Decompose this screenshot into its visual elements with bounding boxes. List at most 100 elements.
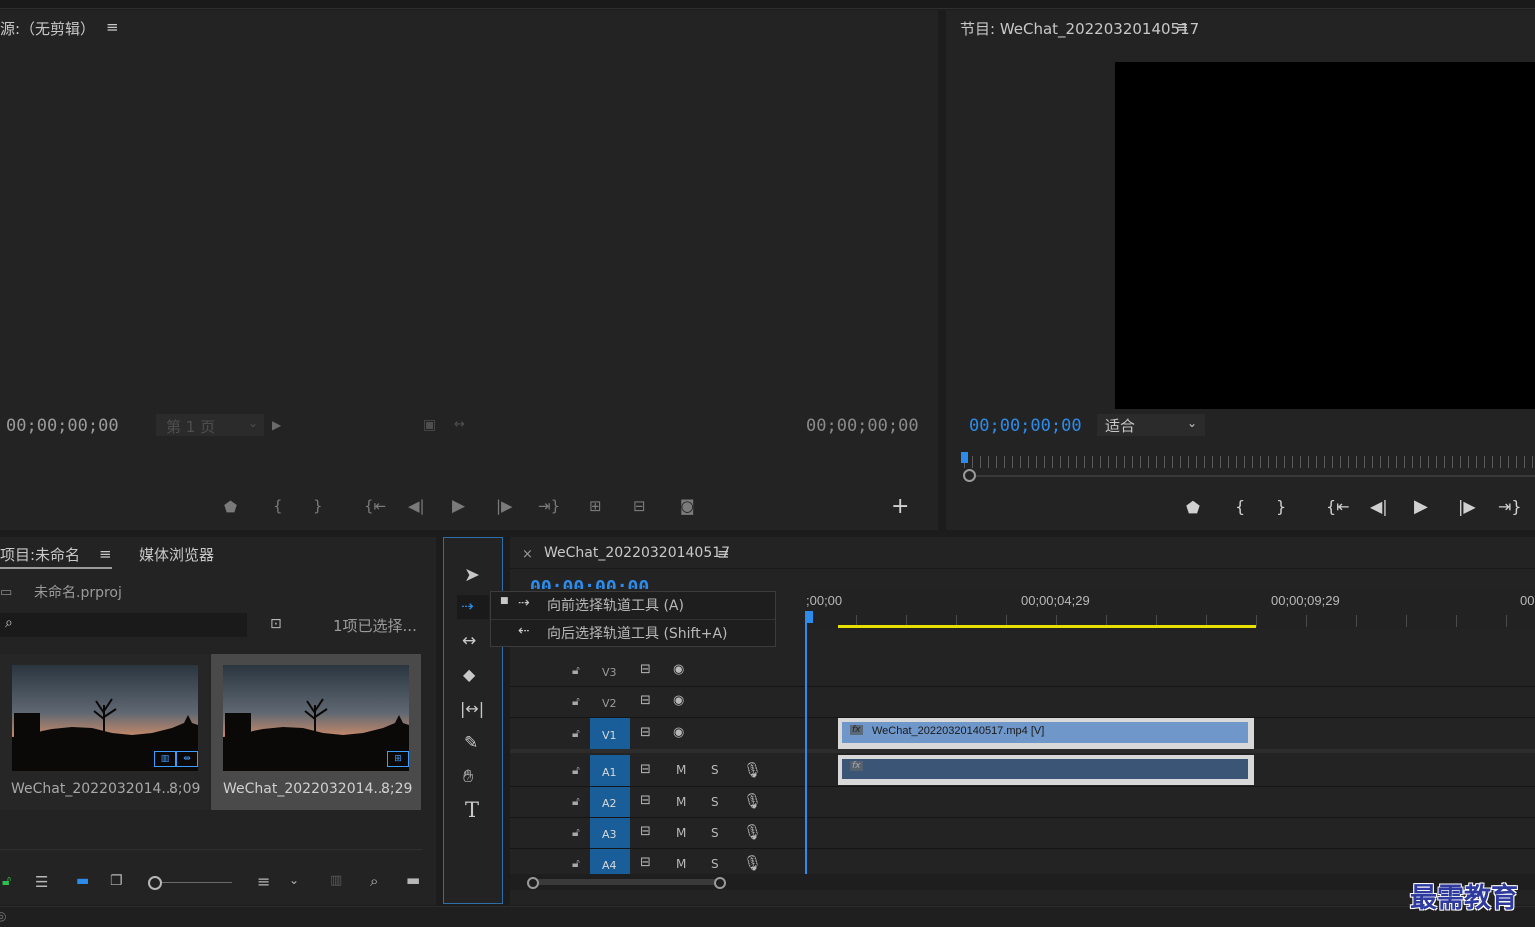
search-field[interactable]: ⌕ <box>0 613 247 637</box>
razor-tool-icon[interactable]: ◆ <box>463 665 475 684</box>
close-icon[interactable]: × <box>522 547 533 562</box>
track-select-tool-active[interactable]: ⇢ <box>457 595 489 619</box>
sync-lock-icon[interactable]: ⊟ <box>640 762 651 777</box>
sync-lock-icon[interactable]: ⊟ <box>640 662 651 677</box>
lock-icon[interactable]: 🔓︎ <box>572 663 580 678</box>
microphone-icon[interactable]: 🎙︎ <box>743 792 762 810</box>
add-marker-icon[interactable]: ⬟ <box>224 498 237 516</box>
lock-icon[interactable]: 🔓︎ <box>2 873 11 889</box>
lock-icon[interactable]: 🔓︎ <box>572 856 580 871</box>
horizontal-scrollbar[interactable] <box>532 879 720 885</box>
fit-dropdown[interactable]: 适合 ⌄ <box>1097 414 1205 436</box>
playhead-line[interactable] <box>805 621 807 874</box>
track-target-v1[interactable]: V1 <box>590 718 630 749</box>
solo-button[interactable]: S <box>711 826 719 840</box>
eye-icon[interactable]: ◉ <box>673 662 684 677</box>
overwrite-icon[interactable]: ⊟ <box>633 497 646 515</box>
tab-project[interactable]: 项目:未命名 <box>0 544 80 565</box>
program-panel-title[interactable]: 节目: WeChat_20220320140517 <box>960 18 1199 39</box>
track-label[interactable]: V2 <box>602 697 617 710</box>
automate-to-sequence-icon[interactable]: ▥ <box>330 873 342 888</box>
program-timecode[interactable]: 00;00;00;00 <box>969 416 1082 436</box>
tab-media-browser[interactable]: 媒体浏览器 <box>139 544 214 565</box>
lock-icon[interactable]: 🔓︎ <box>572 726 580 741</box>
mute-button[interactable]: M <box>676 763 686 777</box>
track-target-a3[interactable]: A3 <box>590 818 630 848</box>
timeline-timecode[interactable]: 00;00;00;00 <box>530 577 670 589</box>
sequence-menu-icon[interactable]: ≡ <box>717 545 730 563</box>
insert-icon[interactable]: ⊞ <box>589 497 602 515</box>
lock-icon[interactable]: 🔓︎ <box>572 825 580 840</box>
sort-icon[interactable]: ≡ <box>257 872 270 891</box>
project-tab-menu-icon[interactable]: ≡ <box>99 545 112 563</box>
zoom-handle[interactable] <box>963 469 976 482</box>
menu-item-track-select-forward[interactable]: ■ ⇢ 向前选择轨道工具 (A) <box>491 592 775 620</box>
zoom-slider-handle[interactable] <box>148 876 162 890</box>
new-bin-from-search-icon[interactable]: ⊡ <box>270 616 282 632</box>
play-triangle-icon[interactable]: ▶ <box>272 418 281 432</box>
chevron-down-icon[interactable]: ⌄ <box>289 873 299 887</box>
list-view-icon[interactable]: ☰ <box>35 873 48 891</box>
sync-lock-icon[interactable]: ⊟ <box>640 855 651 870</box>
new-bin-icon[interactable]: ▬ <box>406 871 420 889</box>
pen-tool-icon[interactable]: ✎ <box>464 733 478 753</box>
lock-icon[interactable]: 🔓︎ <box>572 694 580 709</box>
zoom-slider[interactable] <box>162 882 232 883</box>
slip-tool-icon[interactable]: |↔| <box>460 699 484 718</box>
mark-out-icon[interactable]: } <box>313 497 323 515</box>
sequence-tab[interactable]: WeChat_20220320140517 <box>544 545 730 561</box>
step-forward-icon[interactable]: |▶ <box>1458 497 1476 516</box>
scroll-handle-left[interactable] <box>527 877 539 889</box>
program-panel-menu-icon[interactable]: ≡ <box>1176 18 1189 36</box>
lock-icon[interactable]: 🔓︎ <box>572 763 580 778</box>
project-item[interactable]: ▥ ⇹ WeChat_2022032014... 8;09 <box>0 654 210 810</box>
sync-lock-icon[interactable]: ⊟ <box>640 793 651 808</box>
track-target-a1[interactable]: A1 <box>590 755 630 786</box>
sync-lock-icon[interactable]: ⊟ <box>640 824 651 839</box>
eye-icon[interactable]: ◉ <box>673 725 684 740</box>
track-label[interactable]: V3 <box>602 666 617 679</box>
sync-lock-icon[interactable]: ⊟ <box>640 725 651 740</box>
mark-out-icon[interactable]: } <box>1276 497 1286 516</box>
play-icon[interactable]: ▶ <box>452 496 465 516</box>
work-area-bar[interactable] <box>838 625 1256 628</box>
sync-lock-icon[interactable]: ⊟ <box>640 693 651 708</box>
program-zoom-bar[interactable] <box>964 475 1535 477</box>
source-panel-title[interactable]: 源:（无剪辑） <box>0 18 95 39</box>
ripple-edit-tool-icon[interactable]: ↔ <box>462 631 476 651</box>
go-to-in-icon[interactable]: {⇤ <box>364 497 386 515</box>
clip-settings-icon[interactable]: ▣ <box>423 417 436 433</box>
lock-icon[interactable]: 🔓︎ <box>572 794 580 809</box>
mute-button[interactable]: M <box>676 826 686 840</box>
mark-in-icon[interactable]: { <box>273 497 283 515</box>
project-item[interactable]: ⊞ WeChat_2022032014... 8;29 <box>211 654 421 810</box>
go-to-out-icon[interactable]: ⇥} <box>538 497 560 515</box>
source-timecode-left[interactable]: 00;00;00;00 <box>6 416 119 436</box>
scroll-handle-right[interactable] <box>714 877 726 889</box>
step-back-icon[interactable]: ◀| <box>1370 497 1388 516</box>
program-playhead[interactable] <box>961 452 968 463</box>
eye-icon[interactable]: ◉ <box>673 693 684 708</box>
track-target-a4[interactable]: A4 <box>590 849 630 874</box>
mark-in-icon[interactable]: { <box>1235 497 1245 516</box>
mute-button[interactable]: M <box>676 857 686 871</box>
go-to-in-icon[interactable]: {⇤ <box>1326 497 1350 516</box>
solo-button[interactable]: S <box>711 763 719 777</box>
step-back-icon[interactable]: ◀| <box>408 497 425 515</box>
freeform-view-icon[interactable]: ❐ <box>110 873 123 889</box>
video-clip[interactable]: fx WeChat_20220320140517.mp4 [V] <box>838 718 1254 749</box>
step-forward-icon[interactable]: |▶ <box>496 497 513 515</box>
program-ruler[interactable] <box>964 456 1535 468</box>
add-button[interactable]: + <box>891 494 909 519</box>
find-icon[interactable]: ⌕ <box>370 872 378 890</box>
microphone-icon[interactable]: 🎙︎ <box>743 823 762 841</box>
time-ruler[interactable]: ;00;00 00;00;04;29 00;00;09;29 00 <box>806 589 1535 629</box>
audio-waveform-icon[interactable]: ↔ <box>454 417 465 432</box>
icon-view-icon[interactable]: ▬ <box>76 873 89 889</box>
hand-tool-icon[interactable]: ✋︎ <box>463 766 473 787</box>
go-to-out-icon[interactable]: ⇥} <box>1498 497 1522 516</box>
add-marker-icon[interactable]: ⬟ <box>1186 498 1200 517</box>
play-icon[interactable]: ▶ <box>1414 496 1428 517</box>
solo-button[interactable]: S <box>711 857 719 871</box>
mute-button[interactable]: M <box>676 795 686 809</box>
